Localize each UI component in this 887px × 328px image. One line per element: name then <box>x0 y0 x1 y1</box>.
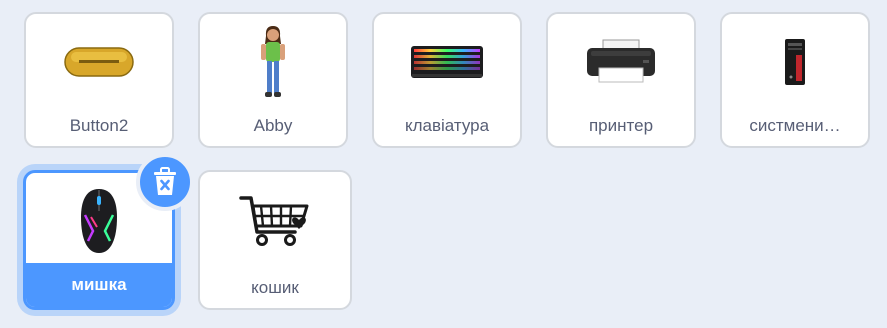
sprite-thumbnail <box>374 14 520 110</box>
keyboard-icon <box>411 46 483 78</box>
trash-icon <box>154 167 176 195</box>
sprite-name: кошик <box>251 278 299 297</box>
sprite-name: клавіатура <box>404 116 490 135</box>
sprite-name: Button2 <box>69 116 129 135</box>
sprite-tile-keyboard[interactable]: клавіатура <box>372 12 522 148</box>
delete-sprite-button[interactable] <box>136 153 194 211</box>
sprite-name: систмени… <box>749 116 841 135</box>
sprite-tile-cart[interactable]: кошик <box>198 170 352 310</box>
printer-icon <box>587 39 655 83</box>
sprite-name: принтер <box>588 116 654 135</box>
sprite-name: Abby <box>253 116 293 135</box>
sprite-thumbnail <box>722 14 868 110</box>
mouse-icon <box>81 189 117 253</box>
sprite-tile-printer[interactable]: принтер <box>546 12 696 148</box>
abby-sprite-icon <box>261 26 285 97</box>
computer-tower-icon <box>785 39 805 85</box>
sprite-tile-abby[interactable]: Abby <box>198 12 348 148</box>
sprite-tile-system-unit[interactable]: систмени… <box>720 12 870 148</box>
sprite-thumbnail <box>548 14 694 110</box>
shopping-cart-icon <box>239 196 309 246</box>
sprite-name: мишка <box>26 263 172 307</box>
button-sprite-icon <box>64 47 134 77</box>
sprite-thumbnail <box>200 172 350 268</box>
sprite-thumbnail <box>200 14 346 110</box>
sprite-thumbnail <box>26 14 172 110</box>
sprite-tile-button2[interactable]: Button2 <box>24 12 174 148</box>
